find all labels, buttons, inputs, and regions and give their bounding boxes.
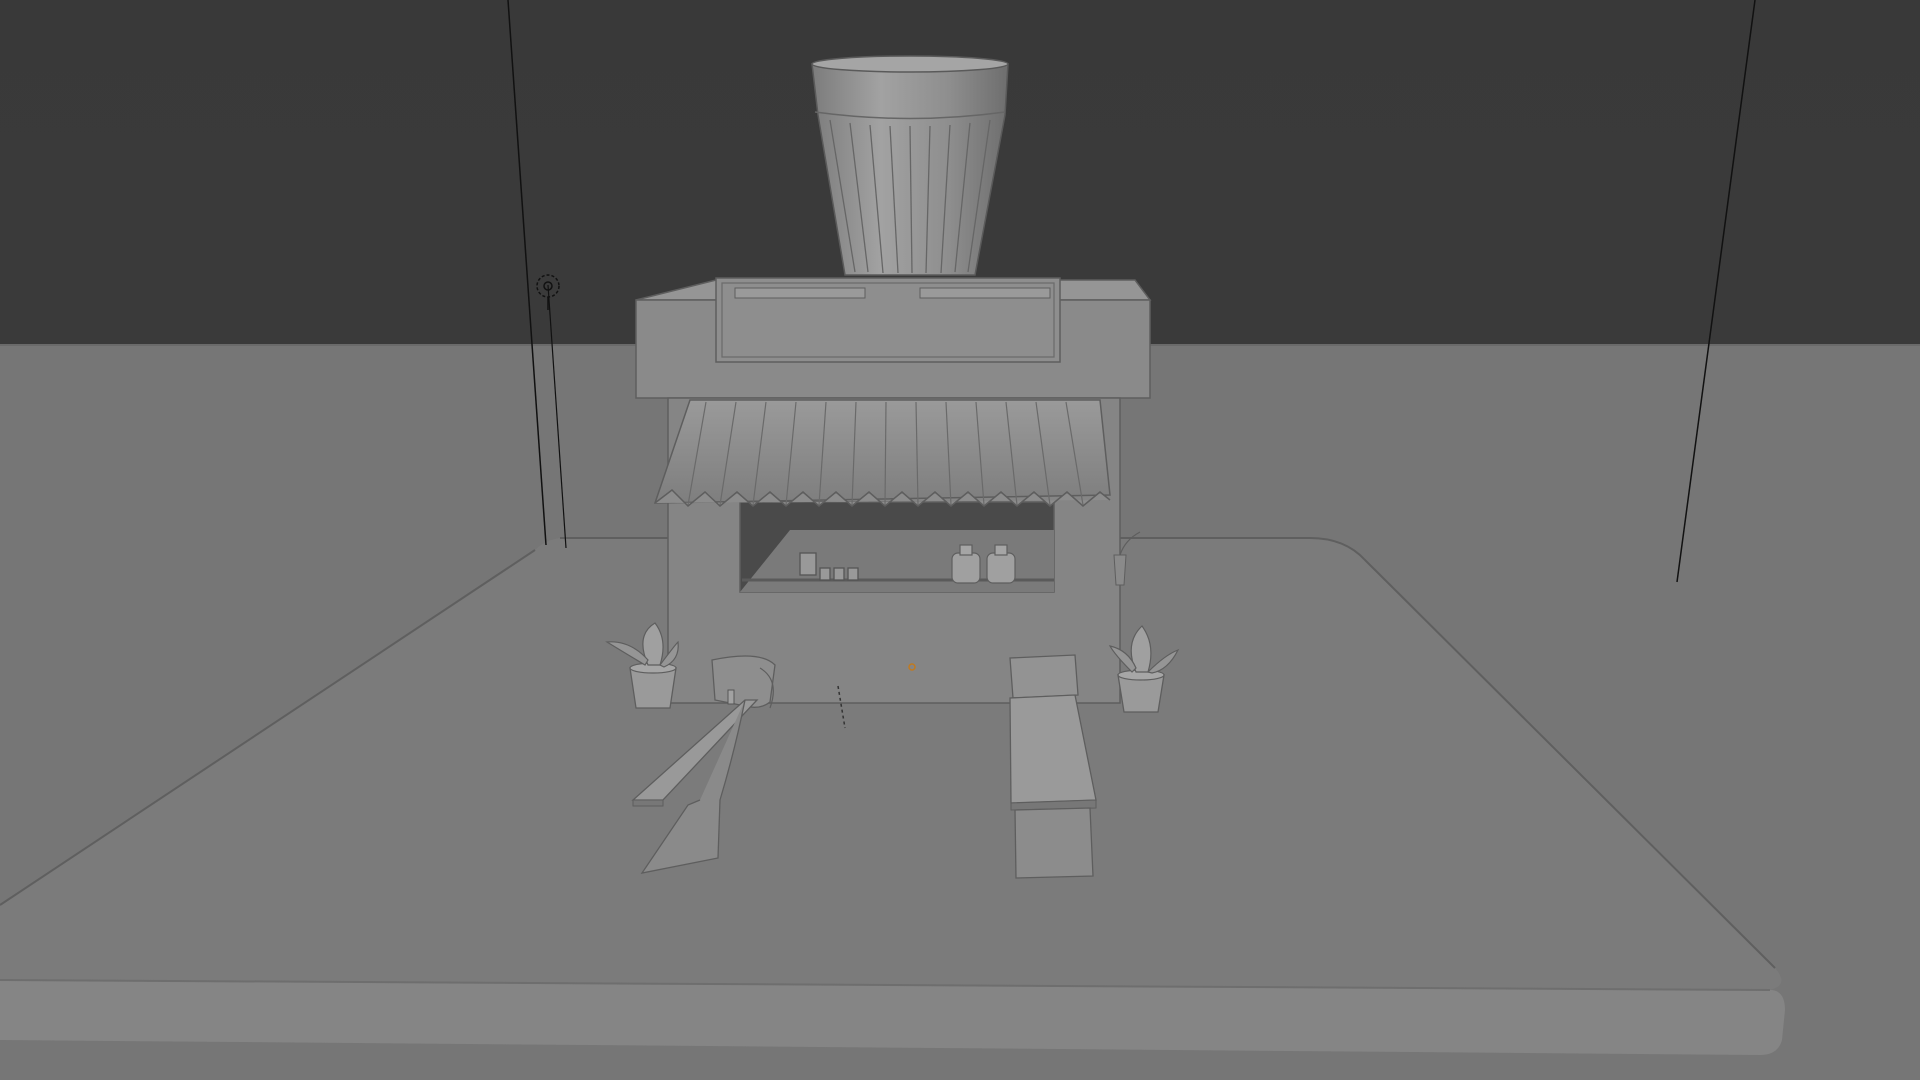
awning[interactable] — [653, 399, 1111, 508]
viewport-canvas[interactable] — [0, 0, 1920, 1080]
3d-viewport[interactable] — [0, 0, 1920, 1080]
cup-sign[interactable] — [811, 55, 1009, 276]
kiosk-top-box[interactable] — [635, 277, 1152, 399]
